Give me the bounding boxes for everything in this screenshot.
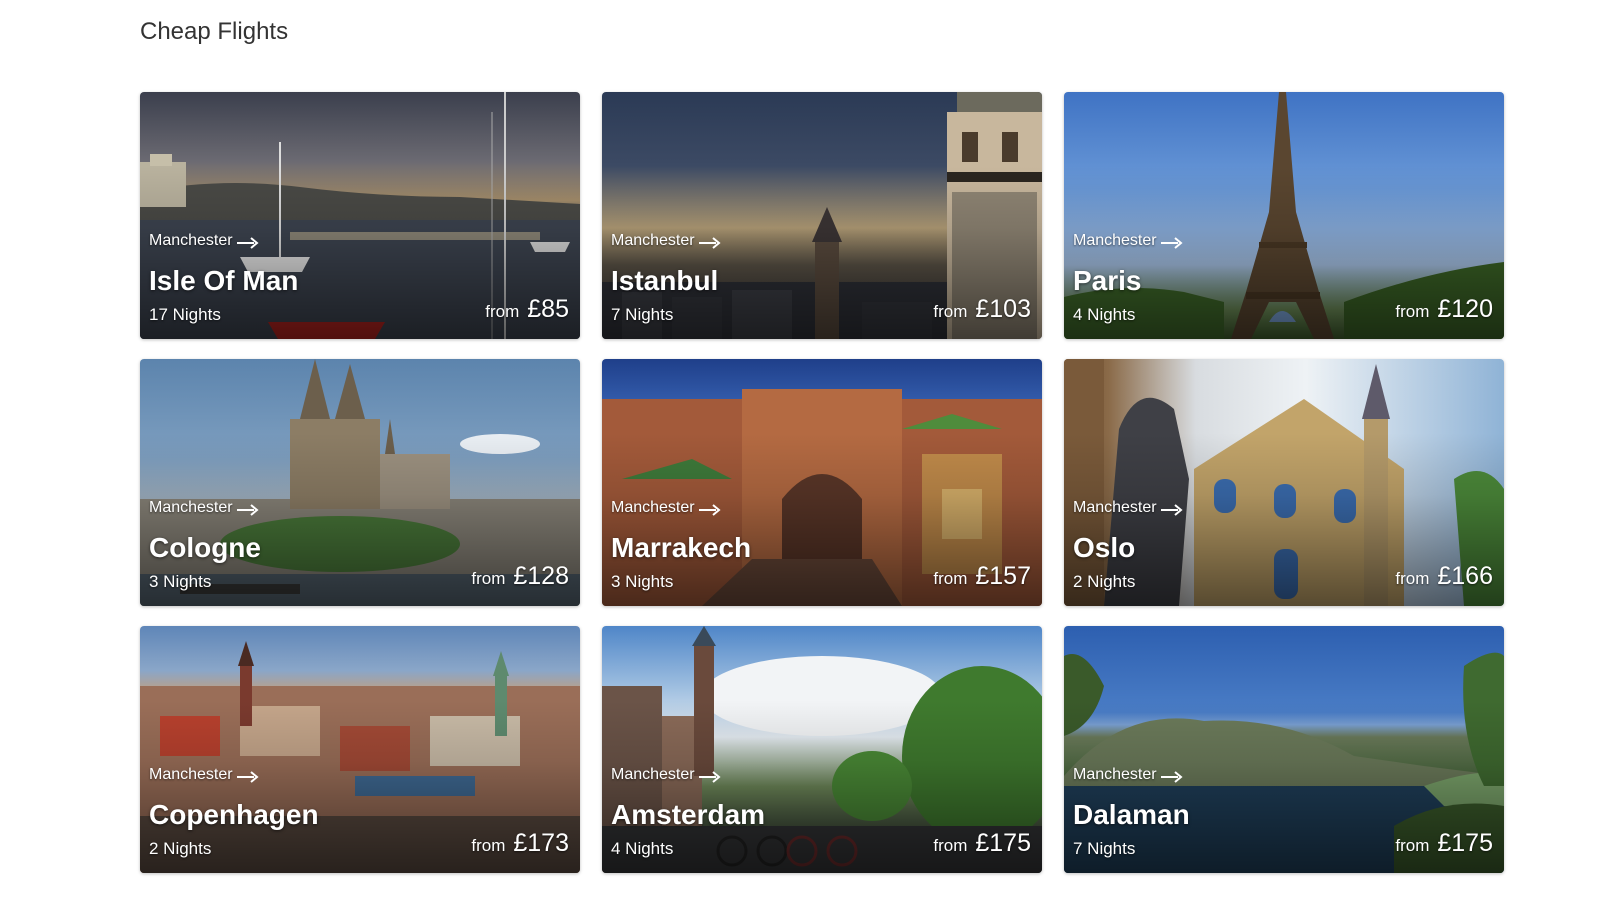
card-nights: 2 Nights bbox=[1073, 572, 1136, 591]
destination-card-cologne[interactable]: Manchester Cologne 3 Nights from £128 bbox=[140, 359, 580, 606]
arrow-right-icon bbox=[236, 236, 259, 249]
card-nights: 3 Nights bbox=[611, 572, 674, 591]
card-nights: 4 Nights bbox=[611, 839, 674, 858]
card-price: from £166 bbox=[1395, 562, 1493, 591]
price-value: £175 bbox=[1437, 829, 1493, 857]
card-destination: Isle Of Man bbox=[149, 265, 299, 296]
price-value: £166 bbox=[1437, 562, 1493, 590]
arrow-right-icon bbox=[236, 503, 259, 516]
price-value: £85 bbox=[527, 295, 569, 323]
card-origin: Manchester bbox=[149, 766, 259, 784]
price-from-label: from bbox=[471, 836, 506, 855]
price-value: £173 bbox=[513, 829, 569, 857]
card-destination: Copenhagen bbox=[149, 799, 319, 830]
card-destination: Dalaman bbox=[1073, 799, 1190, 830]
card-origin: Manchester bbox=[611, 232, 721, 250]
card-price: from £120 bbox=[1395, 295, 1493, 324]
card-destination: Marrakech bbox=[611, 532, 752, 563]
arrow-right-icon bbox=[1160, 503, 1183, 516]
card-price: from £175 bbox=[1395, 829, 1493, 858]
price-from-label: from bbox=[933, 302, 968, 321]
card-destination: Oslo bbox=[1073, 532, 1136, 563]
card-destination: Paris bbox=[1073, 265, 1142, 296]
price-value: £128 bbox=[513, 562, 569, 590]
card-origin: Manchester bbox=[1073, 499, 1183, 517]
arrow-right-icon bbox=[698, 770, 721, 783]
price-from-label: from bbox=[1395, 302, 1430, 321]
card-origin: Manchester bbox=[611, 499, 721, 517]
card-origin: Manchester bbox=[1073, 766, 1183, 784]
price-value: £157 bbox=[975, 562, 1031, 590]
card-destination: Cologne bbox=[149, 532, 261, 563]
destination-card-paris[interactable]: Manchester Paris 4 Nights from £120 bbox=[1064, 92, 1504, 339]
card-nights: 7 Nights bbox=[611, 305, 674, 324]
card-destination: Amsterdam bbox=[611, 799, 766, 830]
price-from-label: from bbox=[933, 836, 968, 855]
price-from-label: from bbox=[471, 569, 506, 588]
arrow-right-icon bbox=[236, 770, 259, 783]
card-nights: 7 Nights bbox=[1073, 839, 1136, 858]
card-nights: 3 Nights bbox=[149, 572, 212, 591]
destination-card-isle-of-man[interactable]: Manchester Isle Of Man 17 Nights from £8… bbox=[140, 92, 580, 339]
price-from-label: from bbox=[933, 569, 968, 588]
price-from-label: from bbox=[1395, 836, 1430, 855]
destination-grid: Manchester Isle Of Man 17 Nights from £8… bbox=[140, 92, 1504, 873]
destination-card-marrakech[interactable]: Manchester Marrakech 3 Nights from £157 bbox=[602, 359, 1042, 606]
arrow-right-icon bbox=[1160, 770, 1183, 783]
destination-card-dalaman[interactable]: Manchester Dalaman 7 Nights from £175 bbox=[1064, 626, 1504, 873]
destination-card-copenhagen[interactable]: Manchester Copenhagen 2 Nights from £173 bbox=[140, 626, 580, 873]
arrow-right-icon bbox=[698, 236, 721, 249]
card-price: from £173 bbox=[471, 829, 569, 858]
card-price: from £128 bbox=[471, 562, 569, 591]
page-title: Cheap Flights bbox=[140, 18, 289, 45]
price-value: £120 bbox=[1437, 295, 1493, 323]
price-value: £175 bbox=[975, 829, 1031, 857]
card-nights: 2 Nights bbox=[149, 839, 212, 858]
arrow-right-icon bbox=[1160, 236, 1183, 249]
price-from-label: from bbox=[485, 302, 520, 321]
card-price: from £175 bbox=[933, 829, 1031, 858]
card-destination: Istanbul bbox=[611, 265, 719, 296]
destination-card-amsterdam[interactable]: Manchester Amsterdam 4 Nights from £175 bbox=[602, 626, 1042, 873]
destination-card-oslo[interactable]: Manchester Oslo 2 Nights from £166 bbox=[1064, 359, 1504, 606]
destination-card-istanbul[interactable]: Manchester Istanbul 7 Nights from £103 bbox=[602, 92, 1042, 339]
card-price: from £85 bbox=[485, 295, 569, 324]
card-origin: Manchester bbox=[149, 232, 259, 250]
card-price: from £157 bbox=[933, 562, 1031, 591]
arrow-right-icon bbox=[698, 503, 721, 516]
price-from-label: from bbox=[1395, 569, 1430, 588]
card-origin: Manchester bbox=[149, 499, 259, 517]
card-origin: Manchester bbox=[611, 766, 721, 784]
card-origin: Manchester bbox=[1073, 232, 1183, 250]
page: Cheap Flights Manchester Isle Of Man 17 … bbox=[0, 0, 1600, 900]
price-value: £103 bbox=[975, 295, 1031, 323]
card-nights: 4 Nights bbox=[1073, 305, 1136, 324]
card-nights: 17 Nights bbox=[149, 305, 221, 324]
card-price: from £103 bbox=[933, 295, 1031, 324]
